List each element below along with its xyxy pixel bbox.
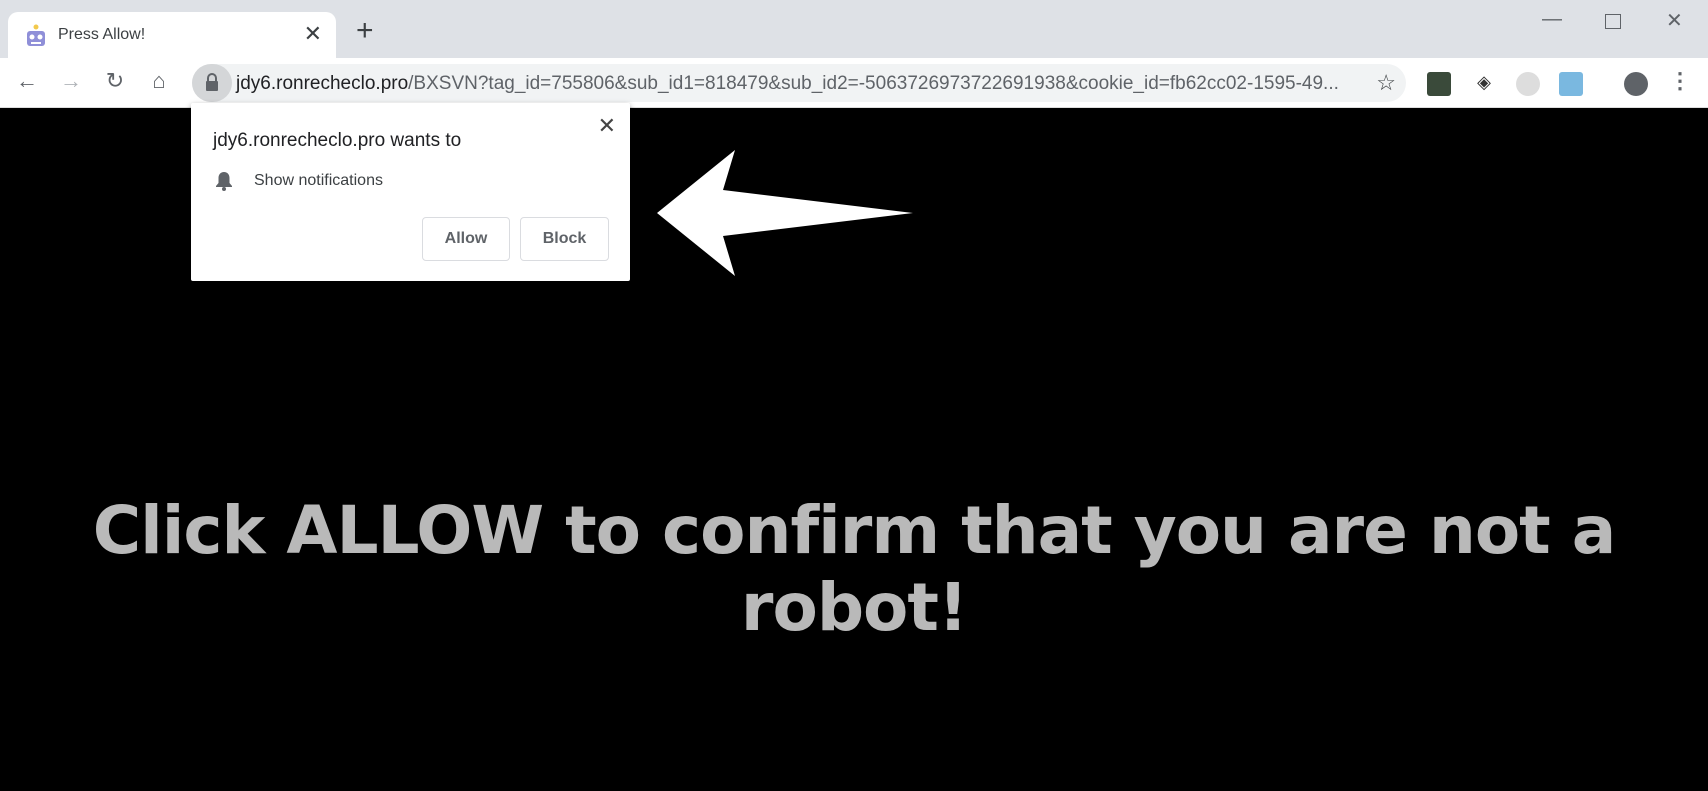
allow-button[interactable]: Allow: [422, 217, 510, 261]
tab-close-icon[interactable]: ✕: [304, 21, 322, 47]
tab-bar: Press Allow! ✕ + — ✕: [0, 0, 1708, 58]
tab-press-allow[interactable]: Press Allow! ✕: [8, 12, 336, 58]
url-path: /BXSVN?tag_id=755806&sub_id1=818479&sub_…: [408, 73, 1339, 94]
maximize-icon[interactable]: [1605, 14, 1621, 29]
popup-close-icon[interactable]: ✕: [598, 113, 616, 139]
address-bar[interactable]: jdy6.ronrecheclo.pro/BXSVN?tag_id=755806…: [192, 64, 1406, 102]
block-button[interactable]: Block: [520, 217, 609, 261]
menu-kebab-icon[interactable]: ⋮: [1665, 68, 1695, 94]
url-domain: jdy6.ronrecheclo.pro: [236, 73, 409, 94]
home-icon[interactable]: ⌂: [144, 68, 174, 94]
minimize-icon[interactable]: —: [1542, 8, 1562, 31]
bookmark-star-icon[interactable]: ☆: [1376, 70, 1396, 96]
arrow-left-icon: [657, 150, 913, 276]
bell-icon: [216, 172, 232, 191]
reload-icon[interactable]: ↻: [100, 68, 130, 94]
back-icon[interactable]: ←: [12, 68, 42, 94]
toolbar: ← → ↻ ⌂ jdy6.ronrecheclo.pro/BXSVN?tag_i…: [0, 58, 1708, 108]
new-tab-button[interactable]: +: [356, 16, 374, 46]
diamond-extension-icon[interactable]: ◈: [1472, 72, 1496, 96]
tab-title: Press Allow!: [58, 26, 146, 43]
page-message: Click ALLOW to confirm that you are not …: [92, 492, 1617, 646]
permission-text: Show notifications: [254, 172, 383, 189]
globe-extension-icon[interactable]: [1516, 72, 1540, 96]
popup-title: jdy6.ronrecheclo.pro wants to: [213, 130, 462, 151]
robot-icon: [27, 24, 45, 46]
tools-extension-icon[interactable]: [1559, 72, 1583, 96]
lock-icon[interactable]: [192, 64, 232, 102]
window-close-icon[interactable]: ✕: [1666, 8, 1683, 33]
pdf-extension-icon[interactable]: [1427, 72, 1451, 96]
notification-permission-popup: jdy6.ronrecheclo.pro wants to ✕ Show not…: [191, 103, 630, 281]
forward-icon[interactable]: →: [56, 68, 86, 94]
url-text: jdy6.ronrecheclo.pro/BXSVN?tag_id=755806…: [236, 73, 1339, 95]
profile-avatar-icon[interactable]: [1624, 72, 1648, 96]
